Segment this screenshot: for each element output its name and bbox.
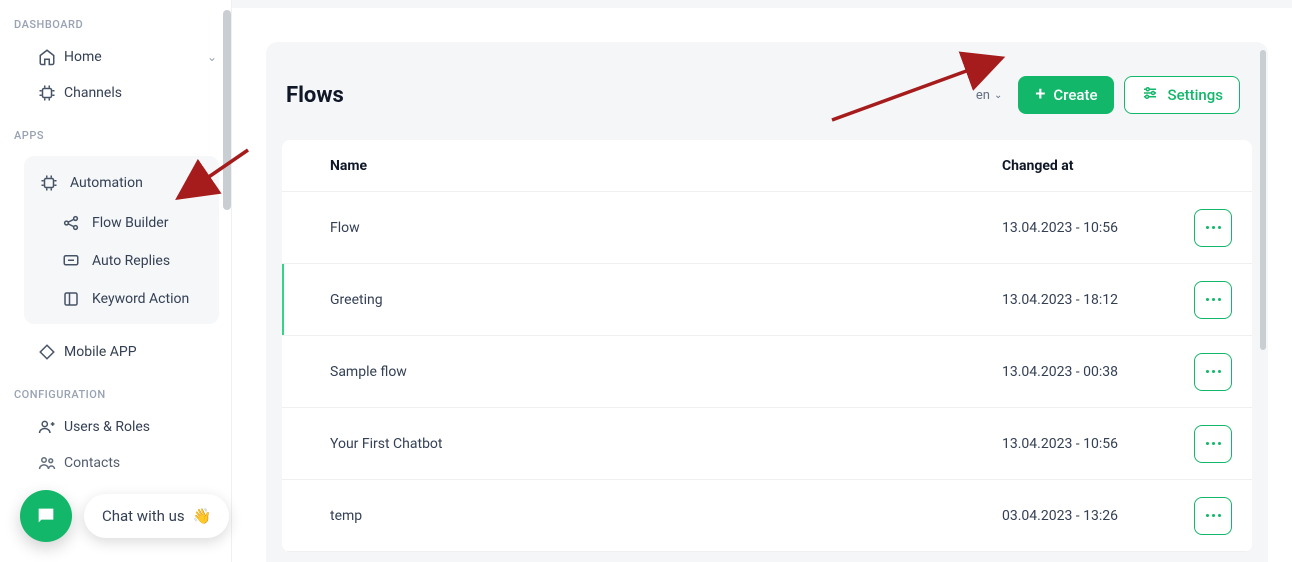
nav-contacts-label: Contacts [64, 455, 120, 471]
users-icon [38, 418, 56, 436]
row-actions-button[interactable] [1194, 281, 1232, 319]
chatbox-icon [62, 252, 80, 270]
nav-mobile-app-label: Mobile APP [64, 344, 137, 360]
chevron-down-icon: ⌄ [207, 50, 217, 64]
cell-name: temp [330, 508, 1002, 524]
table-row[interactable]: Sample flow13.04.2023 - 00:38 [282, 336, 1252, 408]
nav-keyword-action[interactable]: Keyword Action [24, 280, 219, 318]
sidebar: DASHBOARD Home ⌄ Channels APPS Automatio… [0, 0, 232, 562]
language-value: en [976, 88, 990, 103]
share-icon [62, 214, 80, 232]
table-header: Name Changed at [282, 140, 1252, 192]
table-row[interactable]: Greeting13.04.2023 - 18:12 [282, 264, 1252, 336]
cell-name: Greeting [330, 292, 1002, 308]
cell-name: Your First Chatbot [330, 436, 1002, 452]
chat-label: Chat with us [102, 507, 185, 525]
chevron-up-icon: ⌃ [195, 176, 205, 190]
table-row[interactable]: Flow13.04.2023 - 10:56 [282, 192, 1252, 264]
cell-changed: 13.04.2023 - 00:38 [1002, 364, 1162, 380]
row-actions-button[interactable] [1194, 209, 1232, 247]
nav-automation[interactable]: Automation ⌃ [24, 162, 219, 204]
cell-changed: 13.04.2023 - 18:12 [1002, 292, 1162, 308]
page-title: Flows [286, 83, 344, 108]
section-apps: APPS [0, 111, 231, 150]
flows-table: Name Changed at Flow13.04.2023 - 10:56Gr… [282, 140, 1252, 552]
nav-automation-label: Automation [70, 175, 143, 191]
table-body: Flow13.04.2023 - 10:56Greeting13.04.2023… [282, 192, 1252, 552]
chat-icon [35, 505, 57, 527]
nav-users-roles[interactable]: Users & Roles [0, 409, 231, 445]
nav-auto-replies-label: Auto Replies [92, 253, 170, 269]
settings-label: Settings [1167, 86, 1223, 104]
table-row[interactable]: Your First Chatbot13.04.2023 - 10:56 [282, 408, 1252, 480]
panel-icon [62, 290, 80, 308]
main-area: Flows en ⌄ + Create Settings [232, 0, 1292, 562]
chevron-down-icon: ⌄ [994, 90, 1002, 101]
row-actions-button[interactable] [1194, 497, 1232, 535]
wave-emoji: 👋 [193, 507, 212, 525]
cell-changed: 13.04.2023 - 10:56 [1002, 220, 1162, 236]
flows-panel: Flows en ⌄ + Create Settings [266, 42, 1268, 562]
panel-scrollbar[interactable] [1260, 50, 1266, 350]
nav-flow-builder-label: Flow Builder [92, 215, 168, 231]
cell-name: Sample flow [330, 364, 1002, 380]
automation-group: Automation ⌃ Flow Builder Auto Replies [24, 156, 219, 324]
nav-keyword-action-label: Keyword Action [92, 291, 189, 307]
nav-home[interactable]: Home ⌄ [0, 39, 231, 75]
contacts-icon [38, 454, 56, 472]
create-button[interactable]: + Create [1018, 76, 1114, 114]
create-label: Create [1053, 86, 1097, 104]
plus-icon: + [1035, 86, 1045, 104]
language-dropdown[interactable]: en ⌄ [976, 88, 1002, 103]
nav-contacts[interactable]: Contacts [0, 445, 231, 481]
nav-channels-label: Channels [64, 85, 122, 101]
row-actions-button[interactable] [1194, 353, 1232, 391]
table-row[interactable]: temp03.04.2023 - 13:26 [282, 480, 1252, 552]
nav-home-label: Home [64, 49, 102, 65]
sliders-icon [1141, 84, 1159, 106]
nav-mobile-app[interactable]: Mobile APP [0, 334, 231, 370]
col-changed: Changed at [1002, 158, 1162, 174]
nav-users-roles-label: Users & Roles [64, 419, 150, 435]
nav-channels[interactable]: Channels [0, 75, 231, 111]
home-icon [38, 48, 56, 66]
chip-icon [38, 84, 56, 102]
col-name: Name [330, 158, 1002, 174]
chat-fab[interactable] [20, 490, 72, 542]
row-actions-button[interactable] [1194, 425, 1232, 463]
panel-header: Flows en ⌄ + Create Settings [266, 42, 1268, 140]
section-config: CONFIGURATION [0, 370, 231, 409]
cell-changed: 13.04.2023 - 10:56 [1002, 436, 1162, 452]
nav-auto-replies[interactable]: Auto Replies [24, 242, 219, 280]
gear-icon [40, 174, 58, 192]
section-dashboard: DASHBOARD [0, 0, 231, 39]
settings-button[interactable]: Settings [1124, 76, 1240, 114]
nav-flow-builder[interactable]: Flow Builder [24, 204, 219, 242]
diamond-icon [38, 343, 56, 361]
cell-name: Flow [330, 220, 1002, 236]
cell-changed: 03.04.2023 - 13:26 [1002, 508, 1162, 524]
topbar-stub [232, 0, 1292, 8]
chat-bubble[interactable]: Chat with us 👋 [84, 494, 229, 538]
